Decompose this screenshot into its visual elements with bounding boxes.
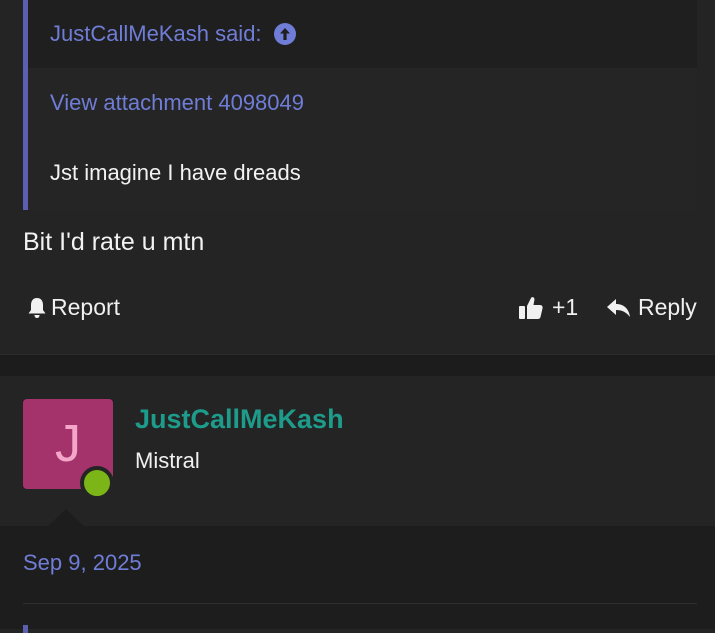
quote-bar	[23, 625, 28, 633]
message-text: Bit I'd rate u mtn	[23, 228, 205, 256]
bell-icon	[28, 297, 46, 318]
reply-arrow-icon	[607, 298, 630, 317]
divider	[23, 603, 697, 604]
post-body: Sep 9, 2025	[0, 526, 715, 633]
quote-block: JustCallMeKash said: View attachment 409…	[23, 0, 697, 210]
reply-label: Reply	[638, 294, 697, 320]
report-label: Report	[51, 294, 121, 320]
reply-button[interactable]: Reply	[606, 294, 697, 321]
user-arrow-pointer	[48, 509, 84, 526]
attachment-link[interactable]: View attachment 4098049	[50, 90, 304, 116]
username-link[interactable]: JustCallMeKash	[135, 404, 344, 435]
user-title: Mistral	[135, 448, 200, 473]
online-status-indicator	[80, 466, 114, 500]
report-button[interactable]: Report	[27, 294, 120, 321]
post-message: JustCallMeKash said: View attachment 409…	[0, 0, 715, 354]
post-date-link[interactable]: Sep 9, 2025	[23, 550, 142, 576]
avatar-letter: J	[55, 415, 81, 473]
thumbs-up-icon	[519, 296, 543, 319]
post-separator	[0, 354, 715, 377]
like-button[interactable]: +1	[518, 294, 578, 321]
message-actions: Report +1 Reply	[0, 290, 715, 330]
quote-content: View attachment 4098049 Jst imagine I ha…	[28, 68, 697, 210]
quote-text: Jst imagine I have dreads	[50, 160, 301, 185]
quote-attribution[interactable]: JustCallMeKash said:	[50, 21, 262, 47]
arrow-up-circle-icon[interactable]	[273, 23, 296, 45]
post-user-header: J JustCallMeKash Mistral	[0, 376, 715, 526]
like-count: +1	[552, 294, 579, 320]
quote-header[interactable]: JustCallMeKash said:	[28, 0, 697, 68]
